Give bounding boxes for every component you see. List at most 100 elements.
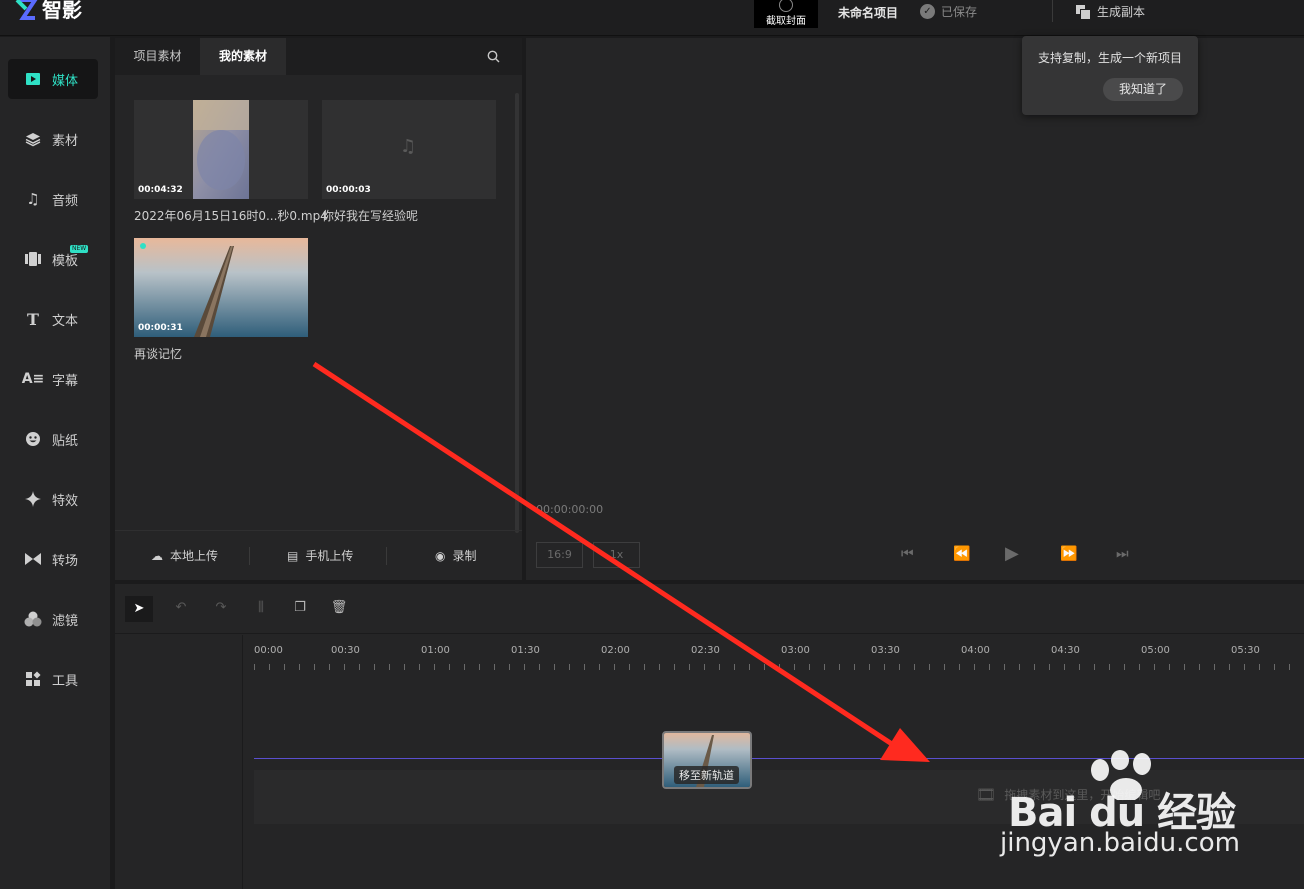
music-note-icon: ♫ xyxy=(400,136,417,157)
divider xyxy=(1052,0,1053,22)
sidebar-item-filters[interactable]: 滤镜 xyxy=(8,599,98,639)
text-icon: T xyxy=(27,309,39,329)
upload-bar: ☁ 本地上传 ▤ 手机上传 ◉ 录制 xyxy=(115,530,522,580)
duplicate-label: 生成副本 xyxy=(1097,5,1146,19)
divider xyxy=(386,547,387,565)
timeline-toolbar: ➤ ↶ ↷ ⫼ ❐ 🗑 xyxy=(115,584,1304,634)
music-note-icon: ♫ xyxy=(26,190,40,208)
ruler-label: 05:00 xyxy=(1141,645,1170,656)
media-item-video-2[interactable]: 00:00:31 xyxy=(134,238,308,337)
media-item-video-1[interactable]: 00:04:32 xyxy=(134,100,308,199)
sidebar: 媒体 素材 ♫ 音频 模板 NEW T 文本 A≡ 字幕 贴纸 特效 转场 滤镜… xyxy=(0,37,110,889)
sidebar-item-label: 滤镜 xyxy=(52,613,79,629)
film-icon: 🎞 xyxy=(976,785,997,804)
skip-start-icon[interactable]: ⏮ xyxy=(901,546,914,562)
record-button[interactable]: ◉ 录制 xyxy=(435,547,477,564)
media-item-name: 你好我在写经验呢 xyxy=(322,209,419,223)
sticker-icon xyxy=(24,430,42,448)
record-icon: ◉ xyxy=(435,548,446,563)
ruler-label: 01:00 xyxy=(421,645,450,656)
layers-icon xyxy=(24,130,42,148)
media-item-name: 2022年06月15日16时0...秒0.mp4 xyxy=(134,209,328,223)
save-status: ✓ 已保存 xyxy=(920,3,977,20)
sidebar-item-label: 音频 xyxy=(52,193,79,209)
got-it-button[interactable]: 我知道了 xyxy=(1103,78,1183,101)
preview-panel xyxy=(526,38,1304,580)
sidebar-item-templates[interactable]: 模板 NEW xyxy=(8,239,98,279)
duplicate-button[interactable]: 生成副本 xyxy=(1076,3,1145,20)
media-duration: 00:04:32 xyxy=(138,185,183,195)
aspect-ratio-button[interactable]: 16:9 xyxy=(536,542,583,568)
sidebar-item-label: 字幕 xyxy=(52,373,79,389)
select-cursor-icon[interactable]: ➤ xyxy=(125,596,153,622)
sidebar-item-label: 媒体 xyxy=(52,73,79,89)
local-upload-button[interactable]: ☁ 本地上传 xyxy=(151,547,218,564)
dragging-clip[interactable]: 移至新轨道 xyxy=(662,731,752,789)
capture-cover-button[interactable]: 截取封面 xyxy=(754,0,818,28)
rewind-icon[interactable]: ⏪ xyxy=(953,546,970,562)
duplicate-tooltip: 支持复制，生成一个新项目 我知道了 xyxy=(1022,36,1198,115)
media-item-audio-1[interactable]: ♫ 00:00:03 xyxy=(322,100,496,199)
timeline-ruler[interactable] xyxy=(254,662,1304,670)
template-icon xyxy=(24,250,42,268)
app-logo: 智影 xyxy=(14,0,82,23)
delete-icon[interactable]: 🗑 xyxy=(329,598,349,618)
sidebar-item-effects[interactable]: 特效 xyxy=(8,479,98,519)
tooltip-text: 支持复制，生成一个新项目 xyxy=(1038,51,1183,65)
save-status-label: 已保存 xyxy=(941,5,978,19)
app-name: 智影 xyxy=(42,0,82,22)
phone-upload-label: 手机上传 xyxy=(305,549,354,563)
ruler-label: 05:30 xyxy=(1231,645,1260,656)
sidebar-item-materials[interactable]: 素材 xyxy=(8,119,98,159)
tab-my-materials[interactable]: 我的素材 xyxy=(200,38,286,75)
play-icon xyxy=(24,70,42,88)
logo-icon xyxy=(15,0,38,20)
capture-cover-label: 截取封面 xyxy=(766,16,806,27)
sidebar-item-audio[interactable]: ♫ 音频 xyxy=(8,179,98,219)
copy-icon[interactable]: ❐ xyxy=(290,598,310,618)
media-duration: 00:00:03 xyxy=(326,185,371,195)
move-to-new-track-label: 移至新轨道 xyxy=(674,766,739,784)
ruler-label: 02:00 xyxy=(601,645,630,656)
ruler-label: 03:30 xyxy=(871,645,900,656)
media-tabs: 项目素材 我的素材 xyxy=(115,38,522,75)
phone-upload-button[interactable]: ▤ 手机上传 xyxy=(287,547,353,564)
sidebar-item-label: 转场 xyxy=(52,553,79,569)
ruler-label: 00:00 xyxy=(254,645,283,656)
copy-icon xyxy=(1076,5,1091,20)
sidebar-item-subtitles[interactable]: A≡ 字幕 xyxy=(8,359,98,399)
ruler-label: 03:00 xyxy=(781,645,810,656)
ruler-label: 00:30 xyxy=(331,645,360,656)
undo-icon[interactable]: ↶ xyxy=(171,598,191,618)
project-name[interactable]: 未命名项目 xyxy=(838,4,898,21)
phone-upload-icon: ▤ xyxy=(287,548,299,563)
check-icon: ✓ xyxy=(920,4,935,19)
play-icon[interactable]: ▶ xyxy=(1005,543,1019,564)
sidebar-item-label: 素材 xyxy=(52,133,79,149)
ruler-label: 02:30 xyxy=(691,645,720,656)
sidebar-item-text[interactable]: T 文本 xyxy=(8,299,98,339)
skip-end-icon[interactable]: ⏭ xyxy=(1116,546,1129,562)
transition-icon xyxy=(24,550,42,568)
split-icon[interactable]: ⫼ xyxy=(251,598,271,618)
sidebar-item-tools[interactable]: 工具 xyxy=(8,659,98,699)
redo-icon[interactable]: ↷ xyxy=(211,598,231,618)
sidebar-item-label: 特效 xyxy=(52,493,79,509)
cloud-upload-icon: ☁ xyxy=(151,548,163,563)
ruler-label: 01:30 xyxy=(511,645,540,656)
fast-forward-icon[interactable]: ⏩ xyxy=(1060,546,1077,562)
media-item-name: 再谈记忆 xyxy=(134,347,183,361)
filter-icon xyxy=(24,610,42,628)
ruler-label: 04:00 xyxy=(961,645,990,656)
sidebar-item-transitions[interactable]: 转场 xyxy=(8,539,98,579)
zoom-button[interactable]: 1x xyxy=(593,542,640,568)
watermark-url: jingyan.baidu.com xyxy=(1000,828,1240,858)
search-icon[interactable] xyxy=(487,50,500,63)
baidu-watermark: Bai du 经验 jingyan.baidu.com xyxy=(1000,750,1240,860)
sparkle-icon xyxy=(24,490,42,508)
media-scrollbar[interactable] xyxy=(515,93,519,533)
sidebar-item-media[interactable]: 媒体 xyxy=(8,59,98,99)
camera-icon xyxy=(779,0,793,12)
sidebar-item-stickers[interactable]: 贴纸 xyxy=(8,419,98,459)
tab-project-materials[interactable]: 项目素材 xyxy=(115,38,200,75)
